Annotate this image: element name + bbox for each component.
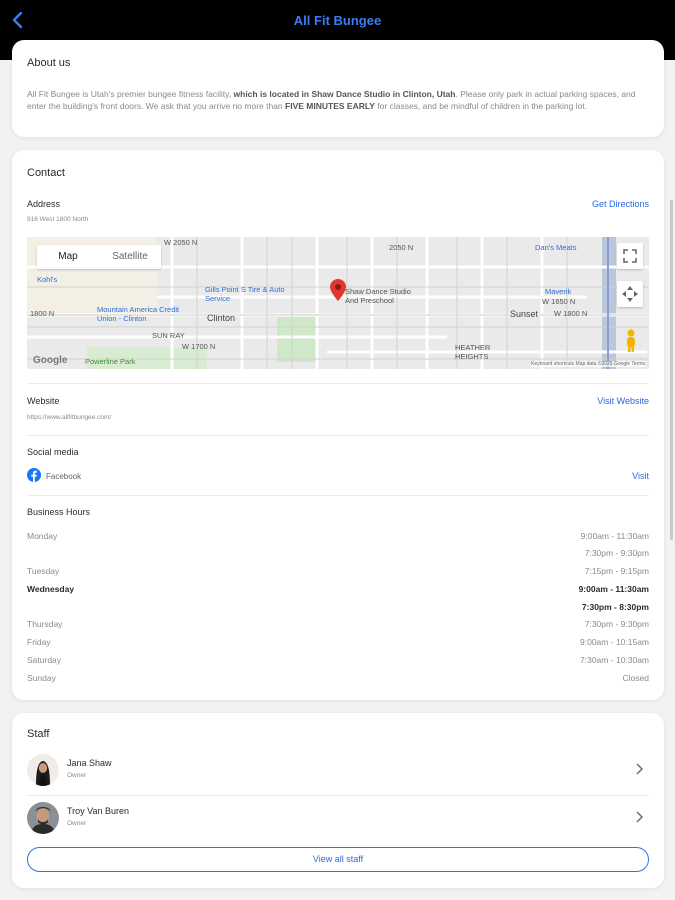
staff-name: Troy Van Buren	[67, 806, 130, 816]
pegman-icon[interactable]	[623, 329, 639, 353]
map-label-w1800n: W 1800 N	[554, 309, 588, 318]
contact-heading: Contact	[27, 167, 65, 179]
map-label-w1700n: W 1700 N	[182, 342, 216, 351]
fullscreen-icon	[623, 249, 637, 263]
about-heading: About us	[27, 57, 71, 69]
map-label-clinton: Clinton	[207, 313, 236, 323]
staff-heading: Staff	[27, 728, 50, 740]
divider	[27, 435, 649, 436]
staff-row-jana-shaw[interactable]: Jana Shaw Owner	[27, 750, 649, 794]
map-pin-label: Shaw Dance Studio And Preschool	[345, 287, 411, 305]
website-value: https://www.allfitbungee.com/	[27, 414, 112, 421]
contact-card: Contact Address 916 West 1800 North Get …	[12, 150, 664, 700]
map-label-dans-meats: Dan's Meats	[535, 243, 577, 252]
divider	[27, 795, 649, 796]
get-directions-link[interactable]: Get Directions	[592, 199, 649, 209]
map-type-toggle[interactable]: Map Satellite	[37, 245, 161, 269]
social-media-label: Social media	[27, 447, 79, 457]
avatar	[27, 754, 59, 786]
divider	[27, 383, 649, 384]
divider	[27, 495, 649, 496]
website-label: Website	[27, 396, 60, 406]
chevron-right-icon	[636, 811, 643, 823]
view-all-staff-button[interactable]: View all staff	[27, 847, 649, 872]
map-label-sunset: Sunset	[510, 309, 539, 319]
map-label-sunray: SUN RAY	[152, 331, 185, 340]
staff-name: Jana Shaw	[67, 758, 112, 768]
about-text: All Fit Bungee is Utah's premier bungee …	[27, 89, 636, 111]
facebook-label: Facebook	[46, 472, 82, 481]
map-label-1800n: 1800 N	[30, 309, 55, 318]
map-label-2050n: 2050 N	[389, 243, 414, 252]
map-label-powerline-park: Powerline Park	[85, 357, 136, 366]
map[interactable]: Map Satellite Kohl's Gills Point S Tire …	[27, 237, 649, 369]
page-title: All Fit Bungee	[293, 13, 382, 28]
compass-icon	[622, 286, 638, 302]
address-value: 916 West 1800 North	[27, 216, 89, 223]
map-label-w2050n: W 2050 N	[164, 238, 198, 247]
avatar	[27, 802, 59, 834]
map-fullscreen-button[interactable]	[617, 243, 643, 269]
map-label-w1650n: W 1650 N	[542, 297, 576, 306]
map-rotate-button[interactable]	[617, 281, 643, 307]
map-toggle-satellite[interactable]: Satellite	[99, 245, 161, 269]
staff-row-troy-van-buren[interactable]: Troy Van Buren Owner	[27, 798, 649, 842]
visit-website-link[interactable]: Visit Website	[597, 396, 649, 406]
map-label-heather-heights: HEATHER HEIGHTS	[455, 343, 491, 361]
google-logo: Google	[33, 355, 68, 366]
map-label-gills: Gills Point S Tire & Auto Service	[205, 285, 285, 303]
map-footer: Keyboard shortcuts Map data ©2025 Google…	[531, 361, 645, 367]
staff-role: Owner	[67, 820, 87, 827]
map-pin-icon[interactable]	[330, 279, 346, 301]
about-card: About us All Fit Bungee is Utah's premie…	[12, 40, 664, 137]
staff-role: Owner	[67, 772, 87, 779]
business-hours-label: Business Hours	[27, 507, 91, 517]
map-label-maverik: Maverik	[545, 287, 572, 296]
address-label: Address	[27, 199, 61, 209]
staff-card: Staff Jana Shaw Owner Troy Van Buren Own…	[12, 713, 664, 888]
facebook-icon	[27, 468, 41, 482]
scrollbar[interactable]	[670, 200, 673, 540]
facebook-visit-link[interactable]: Visit	[632, 471, 649, 481]
map-label-kohls: Kohl's	[37, 275, 58, 284]
map-toggle-map[interactable]: Map	[37, 245, 99, 269]
chevron-right-icon	[636, 763, 643, 775]
map-label-mountain-america: Mountain America Credit Union - Clinton	[97, 305, 180, 323]
